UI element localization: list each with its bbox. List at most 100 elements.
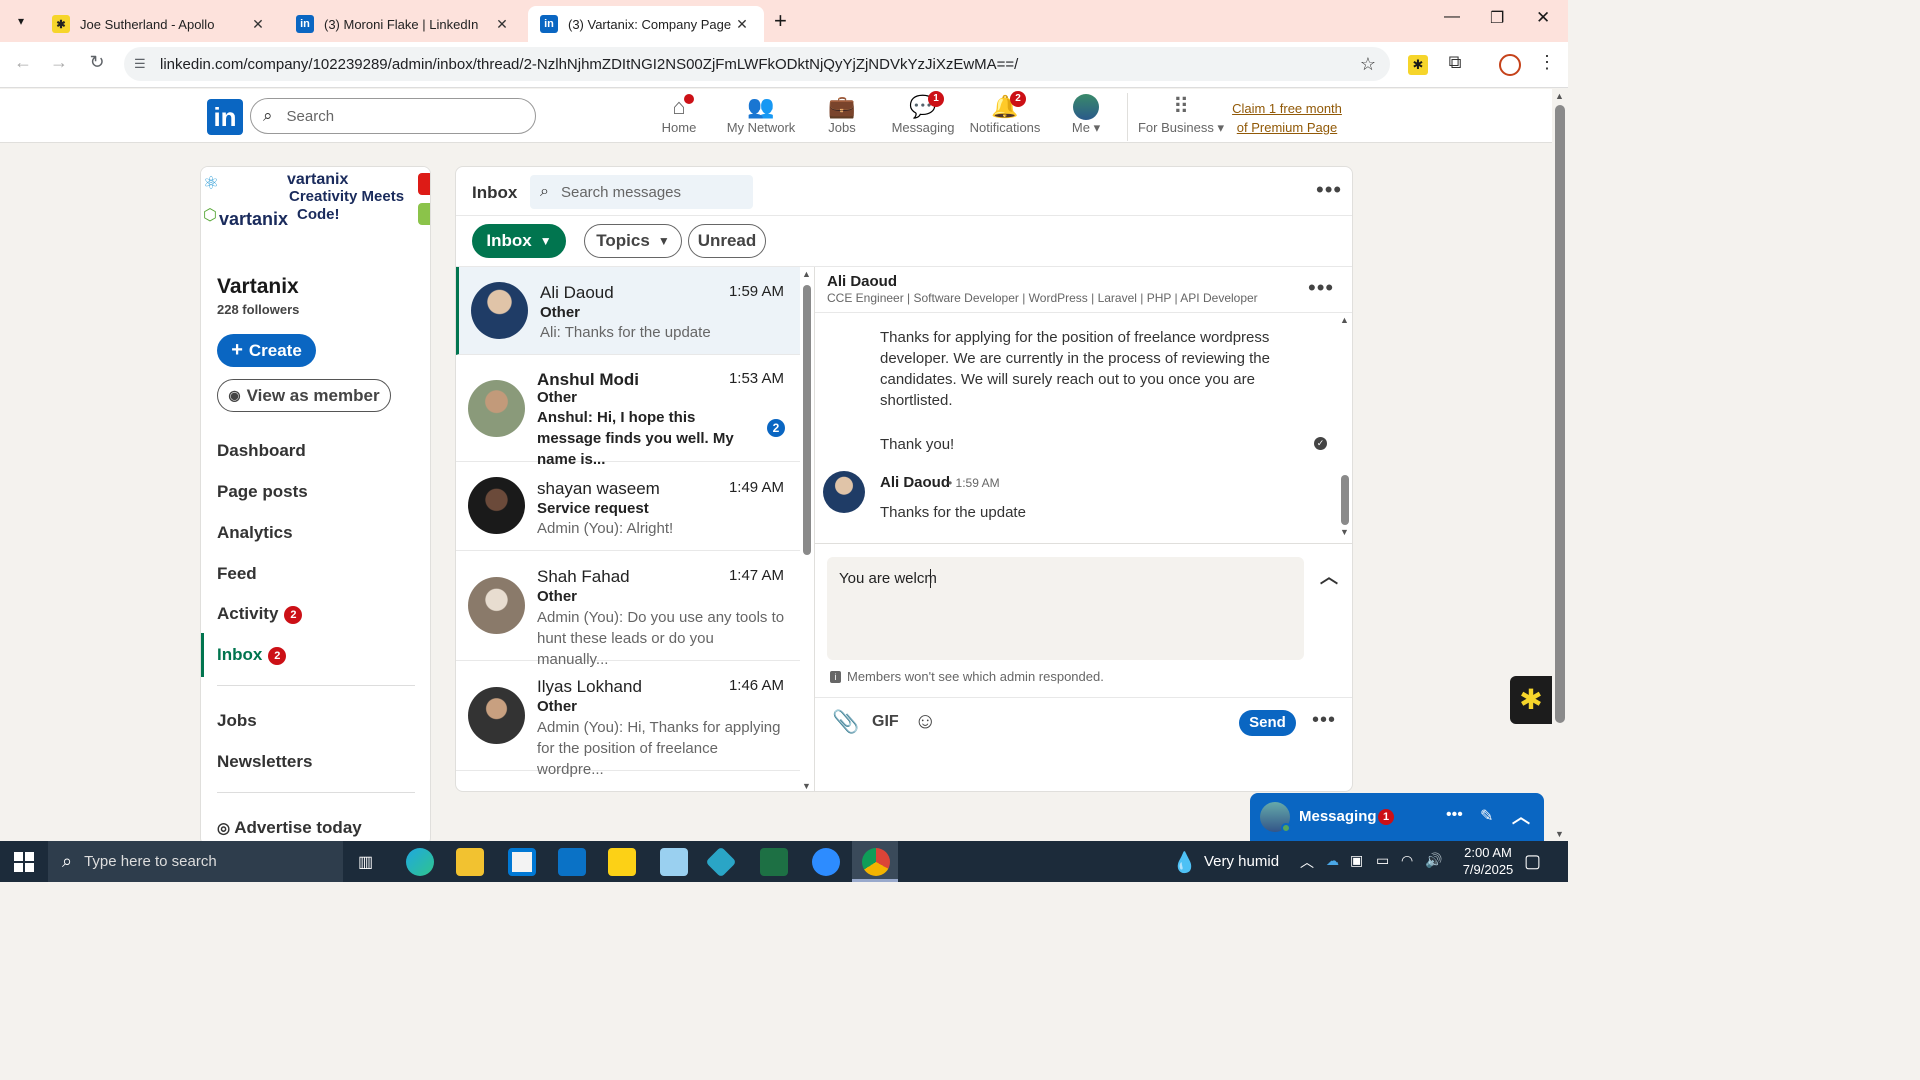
reload-icon[interactable]: ↻ [86, 52, 108, 73]
address-bar[interactable]: ☰ linkedin.com/company/102239289/admin/i… [124, 47, 1390, 81]
thread-more-options-icon[interactable]: ••• [1308, 275, 1334, 301]
menu-feed[interactable]: Feed [217, 564, 257, 584]
browser-tab-vartanix[interactable]: in (3) Vartanix: Company Page Adr ✕ [528, 6, 764, 42]
apollo-extension-icon[interactable]: ✱ [1408, 55, 1428, 75]
back-arrow-icon[interactable]: ← [12, 52, 34, 73]
compose-edit-icon[interactable]: ✎ [1480, 806, 1493, 826]
forward-arrow-icon[interactable]: → [48, 52, 70, 73]
volume-icon[interactable]: 🔊 [1425, 852, 1442, 869]
chevron-up-icon[interactable]: ︿ [1512, 803, 1530, 829]
conversation-item[interactable]: Anshul Modi 1:53 AM Other Anshul: Hi, I … [456, 355, 800, 468]
menu-activity[interactable]: Activity 2 [217, 604, 303, 624]
windows-start-icon[interactable] [14, 852, 34, 872]
nav-my-network[interactable]: 👥 My Network [716, 94, 806, 135]
scrollbar-thumb[interactable] [803, 285, 811, 555]
page-scrollbar[interactable]: ▲ ▼ [1552, 89, 1568, 841]
nav-notifications[interactable]: 🔔 2 Notifications [960, 91, 1050, 135]
nav-messaging[interactable]: 💬 1 Messaging [878, 91, 968, 135]
profile-icon[interactable] [1499, 54, 1521, 76]
paint-icon[interactable] [660, 848, 688, 876]
close-icon[interactable]: ✕ [732, 16, 752, 33]
scroll-up-arrow-icon[interactable]: ▲ [802, 269, 811, 279]
more-options-icon[interactable]: ••• [1446, 806, 1463, 824]
thread-scrollbar[interactable]: ▲ ▼ [1338, 313, 1352, 541]
app-icon[interactable] [705, 846, 737, 878]
linkedin-logo-icon[interactable]: in [207, 99, 243, 135]
zoom-icon[interactable] [812, 848, 840, 876]
onedrive-icon[interactable]: ☁ [1326, 853, 1339, 869]
edge-icon[interactable] [406, 848, 434, 876]
view-as-member-button[interactable]: ◉ View as member [217, 379, 391, 412]
paperclip-attach-icon[interactable]: 📎 [832, 709, 859, 735]
message-compose-input[interactable]: You are welcm [827, 557, 1304, 660]
weather-text[interactable]: Very humid [1204, 853, 1279, 870]
premium-upsell-link[interactable]: Claim 1 free month of Premium Page [1228, 99, 1346, 137]
minimize-icon[interactable]: — [1444, 8, 1460, 26]
global-search-input[interactable]: ⌕ Search [250, 98, 536, 134]
create-button[interactable]: + Create [217, 334, 316, 367]
browser-tab-moroni[interactable]: in (3) Moroni Flake | LinkedIn ✕ [284, 6, 524, 42]
menu-analytics[interactable]: Analytics [217, 523, 293, 543]
clock-time[interactable]: 2:00 AM [1458, 845, 1518, 860]
meet-now-icon[interactable]: ▣ [1350, 852, 1363, 869]
menu-kebab-icon[interactable]: ⋮ [1536, 52, 1558, 73]
taskbar-search-box[interactable]: ⌕ Type here to search [48, 841, 343, 882]
tray-chevron-up-icon[interactable]: ︿ [1300, 852, 1314, 872]
send-options-more-icon[interactable]: ••• [1312, 709, 1336, 732]
sticky-notes-icon[interactable] [608, 848, 636, 876]
browser-tab-apollo[interactable]: ✱ Joe Sutherland - Apollo ✕ [40, 6, 280, 42]
scrollbar-thumb[interactable] [1341, 475, 1349, 525]
inbox-more-options-icon[interactable]: ••• [1316, 177, 1342, 203]
mail-icon[interactable] [558, 848, 586, 876]
extensions-puzzle-icon[interactable]: ⧉ [1444, 52, 1466, 73]
search-messages-input[interactable]: ⌕ Search messages [530, 175, 753, 209]
menu-dashboard[interactable]: Dashboard [217, 441, 306, 461]
send-button[interactable]: Send [1239, 710, 1296, 736]
scroll-up-arrow-icon[interactable]: ▲ [1340, 315, 1349, 325]
new-tab-plus-icon[interactable]: + [774, 8, 787, 34]
conversation-item[interactable]: Ali Daoud 1:59 AM Other Ali: Thanks for … [456, 267, 800, 355]
clock-date[interactable]: 7/9/2025 [1452, 862, 1524, 877]
nav-home[interactable]: ⌂ Home [634, 94, 724, 135]
messaging-overlay-bar[interactable]: Messaging 1 ••• ✎ ︿ [1250, 793, 1544, 841]
reply-sender-name[interactable]: Ali Daoud [880, 474, 950, 491]
chrome-icon[interactable] [862, 848, 890, 876]
conversation-item[interactable]: shayan waseem 1:49 AM Service request Ad… [456, 462, 800, 551]
nav-me[interactable]: Me ▾ [1041, 94, 1131, 136]
thread-name[interactable]: Ali Daoud [827, 273, 897, 290]
wifi-icon[interactable]: ◠ [1401, 852, 1413, 869]
excel-icon[interactable] [760, 848, 788, 876]
menu-page-posts[interactable]: Page posts [217, 482, 308, 502]
notification-center-icon[interactable]: ▢ [1524, 851, 1541, 872]
conversation-item[interactable]: Ilyas Lokhand 1:46 AM Other Admin (You):… [456, 661, 800, 778]
inbox-filter-dropdown[interactable]: Inbox ▼ [472, 224, 566, 258]
nav-jobs[interactable]: 💼 Jobs [797, 94, 887, 135]
scroll-down-arrow-icon[interactable]: ▼ [1555, 829, 1564, 839]
apollo-widget-icon[interactable]: ✱ [1510, 676, 1552, 724]
gif-button[interactable]: GIF [872, 713, 899, 731]
restore-icon[interactable]: ❐ [1490, 8, 1504, 28]
menu-jobs[interactable]: Jobs [217, 711, 257, 731]
collapse-chevron-up-icon[interactable]: ︿ [1320, 563, 1338, 589]
unread-filter[interactable]: Unread [688, 224, 766, 258]
scroll-up-arrow-icon[interactable]: ▲ [1555, 91, 1564, 101]
task-view-icon[interactable]: ▥ [358, 852, 373, 872]
scroll-down-arrow-icon[interactable]: ▼ [802, 781, 811, 791]
close-icon[interactable]: ✕ [248, 16, 268, 33]
menu-newsletters[interactable]: Newsletters [217, 752, 312, 772]
scroll-down-arrow-icon[interactable]: ▼ [1340, 527, 1349, 537]
tab-search-chevron-icon[interactable]: ▾ [10, 10, 32, 32]
bookmark-star-icon[interactable]: ☆ [1360, 54, 1376, 75]
menu-inbox[interactable]: Inbox 2 [217, 645, 287, 665]
list-scrollbar[interactable]: ▲ ▼ [800, 267, 814, 791]
window-close-icon[interactable]: ✕ [1536, 8, 1550, 28]
topics-filter-dropdown[interactable]: Topics ▼ [584, 224, 682, 258]
close-icon[interactable]: ✕ [492, 16, 512, 33]
advertise-link[interactable]: ◎ Advertise today [217, 818, 362, 838]
store-icon[interactable] [508, 848, 536, 876]
emoji-icon[interactable]: ☺ [914, 708, 936, 734]
nav-for-business[interactable]: ⠿ For Business ▾ [1136, 94, 1226, 136]
site-info-icon[interactable]: ☰ [134, 56, 156, 72]
scrollbar-thumb[interactable] [1555, 105, 1565, 723]
file-explorer-icon[interactable] [456, 848, 484, 876]
